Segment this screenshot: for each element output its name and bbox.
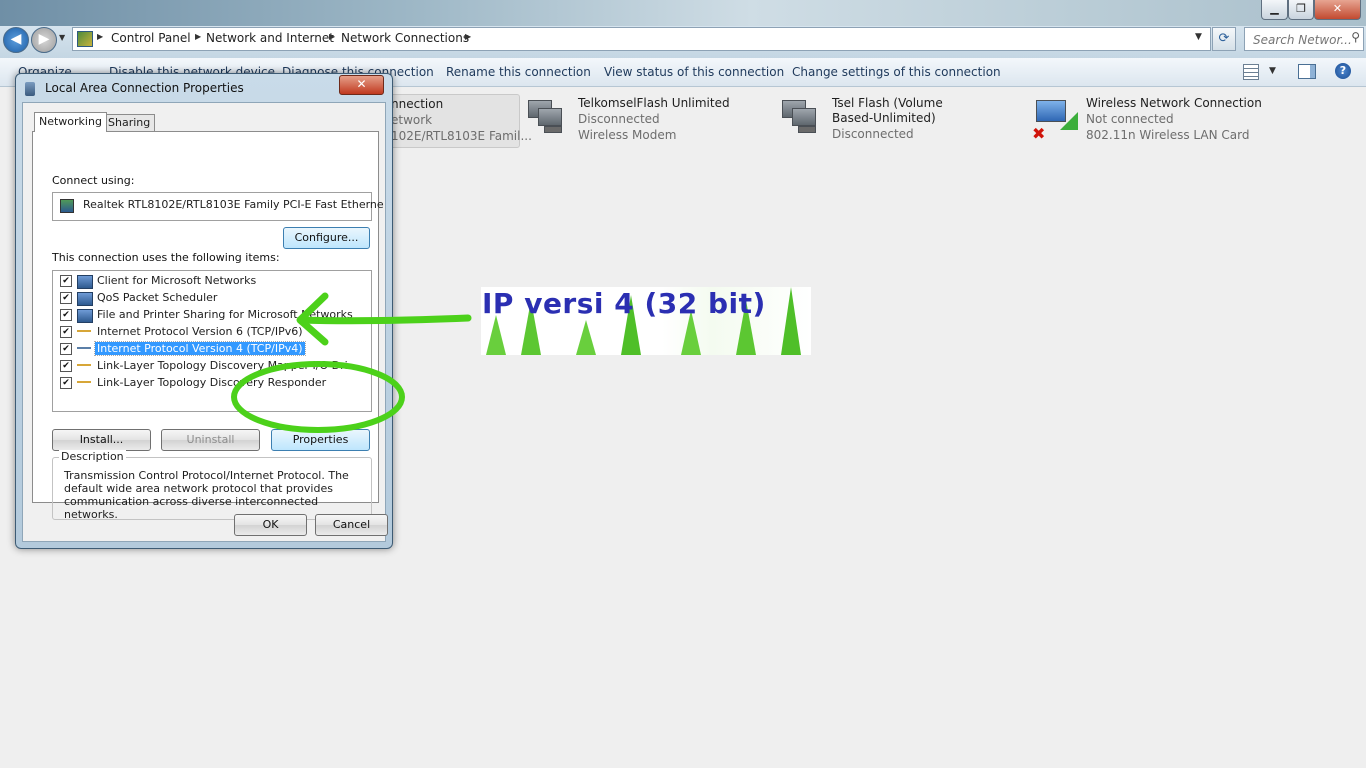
connection-status: Disconnected xyxy=(578,112,660,126)
connection-items-list[interactable]: ✔ Client for Microsoft Networks ✔ QoS Pa… xyxy=(52,270,372,412)
back-button[interactable]: ◀ xyxy=(3,27,29,53)
list-item[interactable]: ✔ File and Printer Sharing for Microsoft… xyxy=(53,307,371,324)
install-button[interactable]: Install... xyxy=(52,429,151,451)
recent-pages-dropdown-icon[interactable]: ▼ xyxy=(59,33,65,42)
modem-connection-icon xyxy=(780,98,816,133)
list-item-selected[interactable]: ✔ Internet Protocol Version 4 (TCP/IPv4) xyxy=(53,341,371,358)
connection-name: nnection xyxy=(391,97,444,111)
list-item[interactable]: ✔ Internet Protocol Version 6 (TCP/IPv6) xyxy=(53,324,371,341)
breadcrumb-control-panel[interactable]: Control Panel xyxy=(111,31,191,45)
connection-wireless[interactable]: ✖ Wireless Network Connection Not connec… xyxy=(1032,94,1274,146)
modem-connection-icon xyxy=(526,98,562,133)
dialog-body: Networking Sharing Connect using: Realte… xyxy=(22,102,388,542)
item-label: Internet Protocol Version 4 (TCP/IPv4) xyxy=(94,341,306,356)
search-icon[interactable]: ⚲ xyxy=(1351,30,1360,44)
connection-device: Wireless Modem xyxy=(578,128,677,142)
item-label: Link-Layer Topology Discovery Mapper I/O… xyxy=(97,359,348,372)
item-label: Client for Microsoft Networks xyxy=(97,274,257,287)
preview-pane-icon[interactable] xyxy=(1298,64,1316,79)
connection-device: 102E/RTL8103E Famil... xyxy=(391,129,532,143)
item-checkbox[interactable]: ✔ xyxy=(60,309,72,321)
connection-status: Not connected xyxy=(1086,112,1174,126)
network-adapter-icon xyxy=(60,199,74,213)
cancel-button[interactable]: Cancel xyxy=(315,514,388,536)
address-bar[interactable]: ▶ Control Panel ▶ Network and Internet ▶… xyxy=(72,27,1211,51)
description-group: Description Transmission Control Protoco… xyxy=(52,450,372,521)
protocol-icon xyxy=(77,364,91,366)
connect-using-label: Connect using: xyxy=(52,174,135,187)
properties-button[interactable]: Properties xyxy=(271,429,370,451)
control-panel-icon xyxy=(77,31,93,47)
item-checkbox[interactable]: ✔ xyxy=(60,292,72,304)
adapter-field: Realtek RTL8102E/RTL8103E Family PCI-E F… xyxy=(52,192,384,221)
list-item[interactable]: ✔ Link-Layer Topology Discovery Responde… xyxy=(53,375,371,392)
item-label: Internet Protocol Version 6 (TCP/IPv6) xyxy=(97,325,303,338)
navigation-bar: ◀ ▶ ▼ ▶ Control Panel ▶ Network and Inte… xyxy=(0,26,1366,58)
connection-name-line1: Tsel Flash (Volume xyxy=(832,96,943,110)
connection-status: Disconnected xyxy=(832,127,914,141)
wireless-connection-icon: ✖ xyxy=(1032,98,1078,143)
protocol-icon xyxy=(77,347,91,349)
search-box[interactable]: ⚲ xyxy=(1244,27,1364,51)
network-service-icon xyxy=(77,309,93,323)
rename-connection-button[interactable]: Rename this connection xyxy=(446,65,591,79)
breadcrumb-network-connections[interactable]: Network Connections xyxy=(341,31,469,45)
item-checkbox[interactable]: ✔ xyxy=(60,326,72,338)
item-label: Link-Layer Topology Discovery Responder xyxy=(97,376,327,389)
minimize-button[interactable]: ▁ xyxy=(1261,0,1288,20)
connection-status: etwork xyxy=(391,113,433,127)
address-dropdown-icon[interactable]: ▼ xyxy=(1195,32,1202,42)
dialog-close-button[interactable]: ✕ xyxy=(339,75,384,95)
forward-button[interactable]: ▶ xyxy=(31,27,57,53)
change-settings-button[interactable]: Change settings of this connection xyxy=(792,65,1001,79)
item-label: QoS Packet Scheduler xyxy=(97,291,218,304)
connection-device: 802.11n Wireless LAN Card xyxy=(1086,128,1250,142)
disconnected-x-icon: ✖ xyxy=(1032,124,1046,143)
maximize-button[interactable]: ❐ xyxy=(1288,0,1314,20)
ok-button[interactable]: OK xyxy=(234,514,307,536)
breadcrumb-arrow-icon[interactable]: ▶ xyxy=(465,32,471,41)
connection-name: TelkomselFlash Unlimited xyxy=(578,96,730,110)
local-area-connection-properties-dialog: Local Area Connection Properties ✕ Netwo… xyxy=(15,73,393,549)
list-item[interactable]: ✔ Client for Microsoft Networks xyxy=(53,273,371,290)
network-service-icon xyxy=(77,292,93,306)
connection-name: Wireless Network Connection xyxy=(1086,96,1262,110)
protocol-icon xyxy=(77,330,91,332)
list-item[interactable]: ✔ QoS Packet Scheduler xyxy=(53,290,371,307)
connection-name-line2: Based-Unlimited) xyxy=(832,111,936,125)
uninstall-button[interactable]: Uninstall xyxy=(161,429,260,451)
network-client-icon xyxy=(77,275,93,289)
breadcrumb-arrow-icon[interactable]: ▶ xyxy=(195,32,201,41)
item-checkbox[interactable]: ✔ xyxy=(60,343,72,355)
connection-icon xyxy=(25,82,35,96)
configure-button[interactable]: Configure... xyxy=(283,227,370,249)
window-titlebar: ▁ ❐ ✕ xyxy=(0,0,1366,26)
breadcrumb-network-and-internet[interactable]: Network and Internet xyxy=(206,31,334,45)
item-checkbox[interactable]: ✔ xyxy=(60,275,72,287)
view-dropdown-icon[interactable]: ▼ xyxy=(1269,66,1276,76)
change-view-icon[interactable] xyxy=(1243,64,1259,80)
tab-networking[interactable]: Networking xyxy=(34,112,107,132)
close-window-button[interactable]: ✕ xyxy=(1314,0,1361,20)
networking-tab-panel: Connect using: Realtek RTL8102E/RTL8103E… xyxy=(32,131,384,521)
protocol-icon xyxy=(77,381,91,383)
items-label: This connection uses the following items… xyxy=(52,251,280,264)
refresh-button[interactable]: ⟳ xyxy=(1212,27,1236,51)
tab-sharing[interactable]: Sharing xyxy=(103,114,156,132)
item-checkbox[interactable]: ✔ xyxy=(60,360,72,372)
description-title: Description xyxy=(59,450,126,463)
adapter-name: Realtek RTL8102E/RTL8103E Family PCI-E F… xyxy=(83,198,384,211)
dialog-title: Local Area Connection Properties xyxy=(45,81,244,95)
annotation-label: IP versi 4 (32 bit) xyxy=(482,287,766,320)
view-status-button[interactable]: View status of this connection xyxy=(604,65,784,79)
connection-tsel-flash[interactable]: Tsel Flash (Volume Based-Unlimited) Disc… xyxy=(780,94,980,146)
connection-telkomselflash[interactable]: TelkomselFlash Unlimited Disconnected Wi… xyxy=(526,94,746,146)
breadcrumb-arrow-icon[interactable]: ▶ xyxy=(329,32,335,41)
list-item[interactable]: ✔ Link-Layer Topology Discovery Mapper I… xyxy=(53,358,371,375)
item-checkbox[interactable]: ✔ xyxy=(60,377,72,389)
breadcrumb-arrow-icon[interactable]: ▶ xyxy=(97,32,103,41)
search-input[interactable] xyxy=(1251,30,1353,50)
item-label: File and Printer Sharing for Microsoft N… xyxy=(97,308,353,321)
help-icon[interactable]: ? xyxy=(1335,63,1351,79)
